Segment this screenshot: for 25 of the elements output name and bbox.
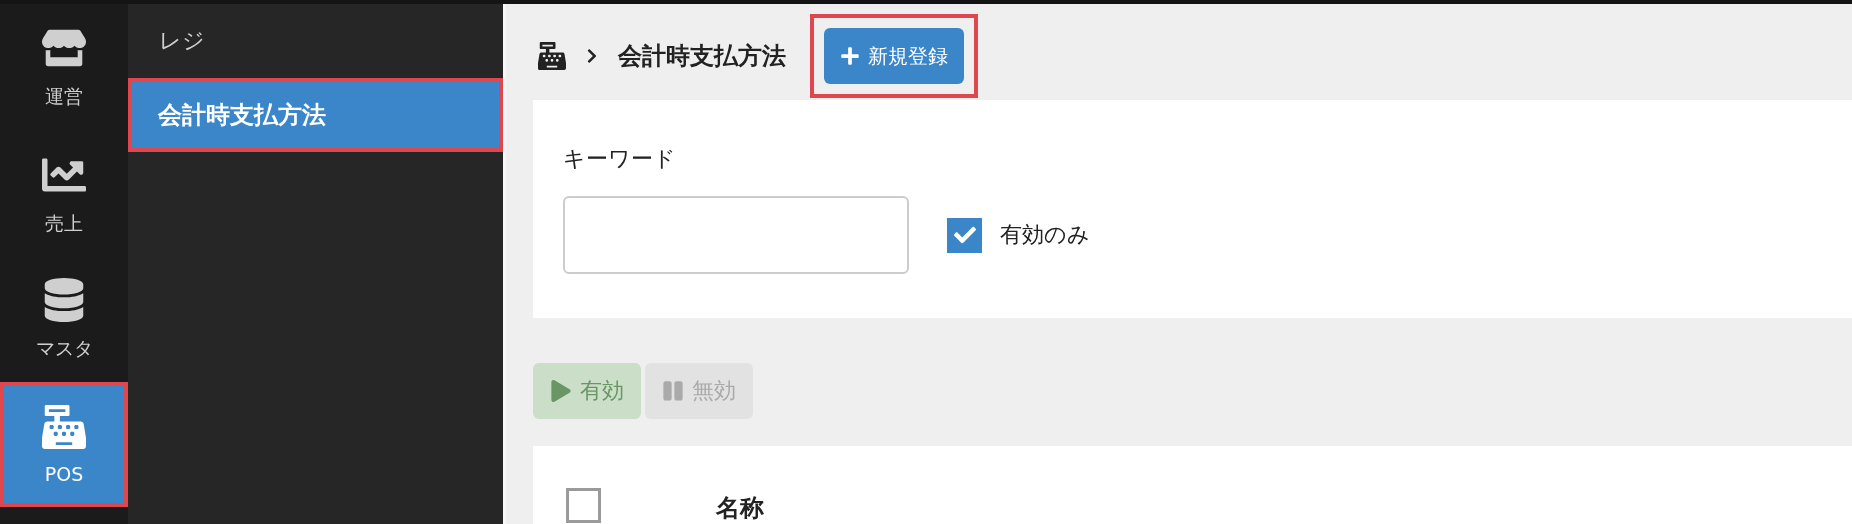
nav-item[interactable]: マスタ (0, 257, 128, 382)
column-header: 名称 (716, 493, 764, 524)
cash-register-icon (538, 42, 566, 71)
nav-label: POS (44, 462, 84, 485)
nav-item[interactable]: 運営 (0, 4, 128, 132)
nav-item[interactable]: 売上 (0, 132, 128, 257)
checkbox-label: 有効のみ (1000, 221, 1090, 250)
plus-icon (840, 46, 860, 67)
nav-label: 売上 (45, 210, 83, 236)
nav-item[interactable]: POS (0, 382, 128, 507)
new-button[interactable]: 新規登録 (824, 28, 964, 85)
active-only-checkbox[interactable]: 有効のみ (947, 217, 1090, 253)
nav-label: マスタ (35, 335, 93, 361)
play-icon (550, 380, 572, 403)
database-icon (42, 277, 86, 322)
page-title: 会計時支払方法 (618, 41, 786, 73)
checkbox[interactable] (947, 217, 982, 253)
keyword-label: キーワード (563, 145, 677, 174)
pause-icon (662, 380, 684, 403)
select-all-checkbox[interactable] (566, 488, 601, 523)
keyword-field[interactable] (563, 196, 909, 275)
nav-label: 運営 (45, 84, 83, 109)
submenu-item[interactable]: 会計時支払方法 (128, 78, 503, 152)
submenu-heading: レジ (158, 27, 206, 55)
cash-register-icon (42, 404, 86, 449)
